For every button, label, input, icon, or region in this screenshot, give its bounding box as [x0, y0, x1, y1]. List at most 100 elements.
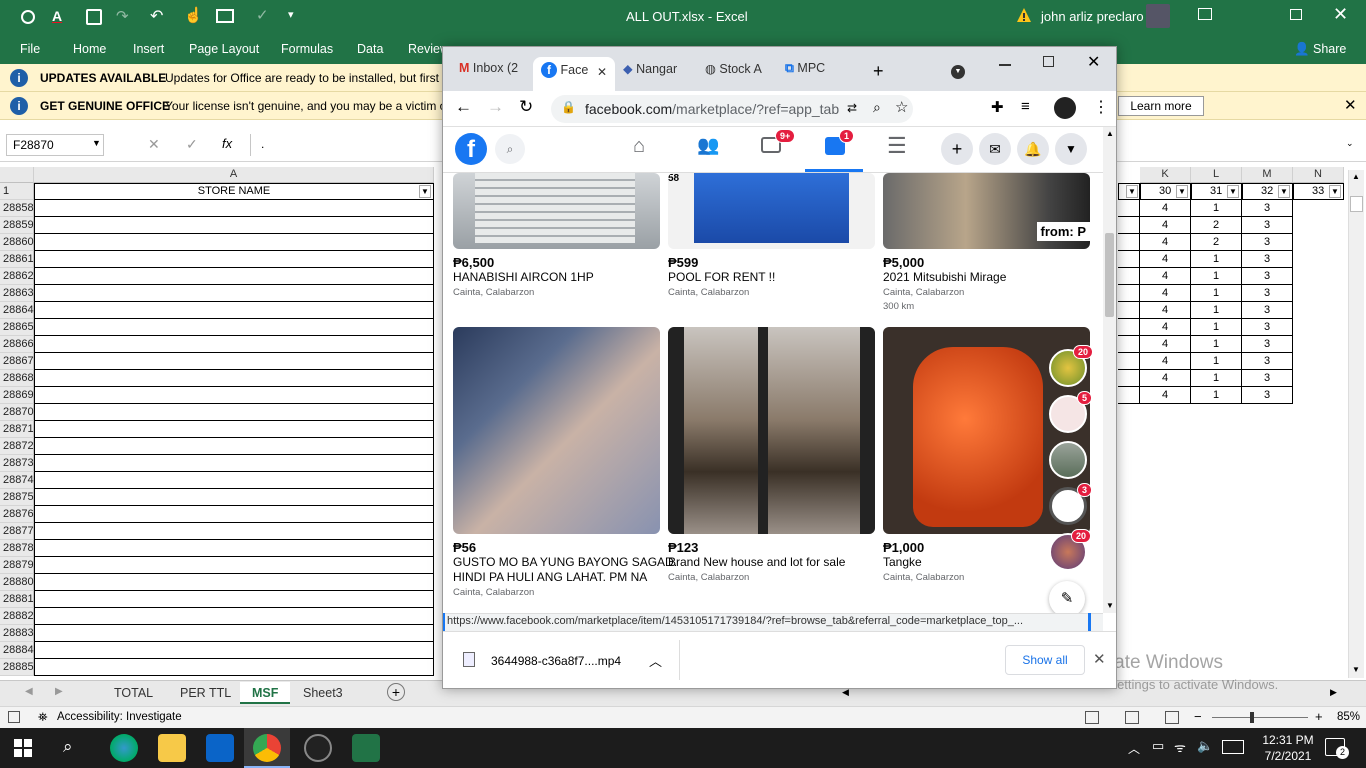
row-header[interactable]: 28867 — [0, 353, 34, 370]
page-scroll-thumb[interactable] — [1105, 233, 1114, 317]
table-cell[interactable]: 3 — [1242, 336, 1293, 353]
show-all-button[interactable]: Show all — [1005, 645, 1085, 675]
row-header[interactable]: 28866 — [0, 336, 34, 353]
function-icon[interactable]: fx — [222, 136, 232, 151]
row-header[interactable]: 28877 — [0, 523, 34, 540]
row-header[interactable]: 28874 — [0, 472, 34, 489]
table-cell[interactable]: 4 — [1140, 268, 1191, 285]
battery-icon[interactable]: ▭ — [1152, 738, 1164, 754]
download-filename[interactable]: 3644988-c36a8f7....mp4 — [491, 654, 621, 668]
listing-price[interactable]: ₱6,500 — [453, 255, 494, 270]
listing-photo-aircon[interactable] — [453, 173, 660, 249]
store-name-cell[interactable] — [34, 285, 434, 302]
row-header[interactable]: 28858 — [0, 200, 34, 217]
row-header[interactable]: 28883 — [0, 625, 34, 642]
chat-head[interactable] — [1049, 441, 1087, 479]
tab-nangar[interactable]: ◆ Nangar — [623, 61, 695, 87]
sheet-tab-total[interactable]: TOTAL — [102, 682, 165, 704]
font-color-icon[interactable]: A — [52, 8, 62, 24]
table-cell[interactable]: 4 — [1140, 285, 1191, 302]
reload-icon[interactable]: ↻ — [519, 97, 533, 117]
close-tab-icon[interactable]: ✕ — [597, 65, 607, 79]
listing-price[interactable]: ₱5,000 — [883, 255, 924, 270]
close-icon[interactable]: ✕ — [1333, 4, 1348, 25]
table-cell[interactable]: 3 — [1242, 234, 1293, 251]
row-header[interactable]: 28878 — [0, 540, 34, 557]
store-name-cell[interactable] — [34, 506, 434, 523]
listing-title[interactable]: Tangke — [883, 555, 922, 569]
table-cell[interactable]: 3 — [1242, 302, 1293, 319]
prev-sheet-icon[interactable]: ◀ — [25, 686, 33, 697]
normal-view-icon[interactable] — [1085, 711, 1099, 724]
store-name-cell[interactable] — [34, 200, 434, 217]
windows-start-icon[interactable] — [14, 739, 32, 757]
table-cell[interactable]: 4 — [1140, 370, 1191, 387]
chevron-up-icon[interactable]: ︿ — [649, 651, 662, 670]
store-name-cell[interactable] — [34, 557, 434, 574]
tab-facebook[interactable]: f Face ✕ — [533, 57, 615, 91]
store-name-cell[interactable] — [34, 591, 434, 608]
column-header-k[interactable]: K — [1140, 167, 1191, 183]
scroll-up-icon[interactable]: ▲ — [1106, 129, 1114, 138]
table-cell[interactable]: 1 — [1191, 319, 1242, 336]
table-cell[interactable]: 3 — [1242, 251, 1293, 268]
table-cell[interactable]: 1 — [1191, 268, 1242, 285]
table-cell[interactable] — [1118, 302, 1140, 319]
listing-photo-bayong[interactable] — [453, 327, 660, 534]
tab-page-layout[interactable]: Page Layout — [189, 42, 259, 56]
url-text[interactable]: facebook.com/marketplace/?ref=app_tab — [585, 101, 839, 117]
minimize-icon[interactable] — [999, 64, 1011, 66]
table-cell[interactable]: 4 — [1140, 217, 1191, 234]
row-header[interactable]: 28860 — [0, 234, 34, 251]
media-control-icon[interactable]: ≡ — [1021, 98, 1030, 115]
store-name-cell[interactable] — [34, 251, 434, 268]
sheet-tab-per-ttl[interactable]: PER TTL — [168, 682, 243, 704]
header-cell-m[interactable]: 32 ▼ — [1242, 183, 1293, 200]
filter-dropdown-icon[interactable]: ▼ — [1176, 185, 1188, 198]
table-cell[interactable]: 3 — [1242, 200, 1293, 217]
table-cell[interactable]: 3 — [1242, 353, 1293, 370]
row-header[interactable]: 28862 — [0, 268, 34, 285]
keyboard-icon[interactable] — [1222, 740, 1244, 754]
listing-title[interactable]: HANABISHI AIRCON 1HP — [453, 270, 594, 284]
header-cell[interactable]: ▼ — [1118, 183, 1140, 200]
table-cell[interactable] — [1118, 200, 1140, 217]
tab-search-icon[interactable]: ▼ — [951, 65, 965, 79]
column-header-m[interactable]: M — [1242, 167, 1293, 183]
autosave-icon[interactable] — [20, 9, 36, 25]
store-name-cell[interactable] — [34, 540, 434, 557]
listing-title[interactable]: 2021 Mitsubishi Mirage — [883, 270, 1006, 284]
profile-avatar[interactable] — [1054, 97, 1076, 119]
store-name-cell[interactable] — [34, 319, 434, 336]
header-cell-l[interactable]: 31 ▼ — [1191, 183, 1242, 200]
store-name-cell[interactable] — [34, 489, 434, 506]
table-cell[interactable]: 4 — [1140, 302, 1191, 319]
avatar[interactable] — [1146, 4, 1170, 28]
home-icon[interactable]: ⌂ — [633, 135, 645, 158]
table-cell[interactable]: 1 — [1191, 370, 1242, 387]
table-cell[interactable]: 3 — [1242, 285, 1293, 302]
tab-home[interactable]: Home — [73, 42, 106, 56]
menu-kebab-icon[interactable]: ⋮ — [1093, 97, 1109, 117]
friends-icon[interactable]: 👥 — [697, 135, 719, 156]
table-cell[interactable]: 3 — [1242, 370, 1293, 387]
row-header[interactable]: 28884 — [0, 642, 34, 659]
row-header[interactable]: 28861 — [0, 251, 34, 268]
header-cell-k[interactable]: 30 ▼ — [1140, 183, 1191, 200]
file-explorer-icon[interactable] — [158, 734, 186, 762]
table-cell[interactable]: 1 — [1191, 285, 1242, 302]
row-header[interactable]: 28869 — [0, 387, 34, 404]
tab-inbox[interactable]: M Inbox (2 — [459, 61, 535, 87]
row-header[interactable]: 28864 — [0, 302, 34, 319]
translate-icon[interactable]: ⇄ — [847, 101, 857, 115]
chevron-down-icon[interactable]: ▼ — [92, 138, 101, 148]
name-box[interactable]: F28870 — [6, 134, 104, 156]
clock-date[interactable]: 7/2/2021 — [1258, 749, 1318, 763]
search-icon[interactable]: ⌕ — [63, 737, 73, 757]
table-cell[interactable]: 1 — [1191, 251, 1242, 268]
next-sheet-icon[interactable]: ▶ — [55, 686, 63, 697]
redo-icon[interactable]: ↷ — [116, 7, 129, 25]
user-icon[interactable]: 👤 — [1294, 42, 1310, 57]
row-header[interactable]: 28876 — [0, 506, 34, 523]
facebook-logo-icon[interactable]: f — [455, 133, 487, 165]
